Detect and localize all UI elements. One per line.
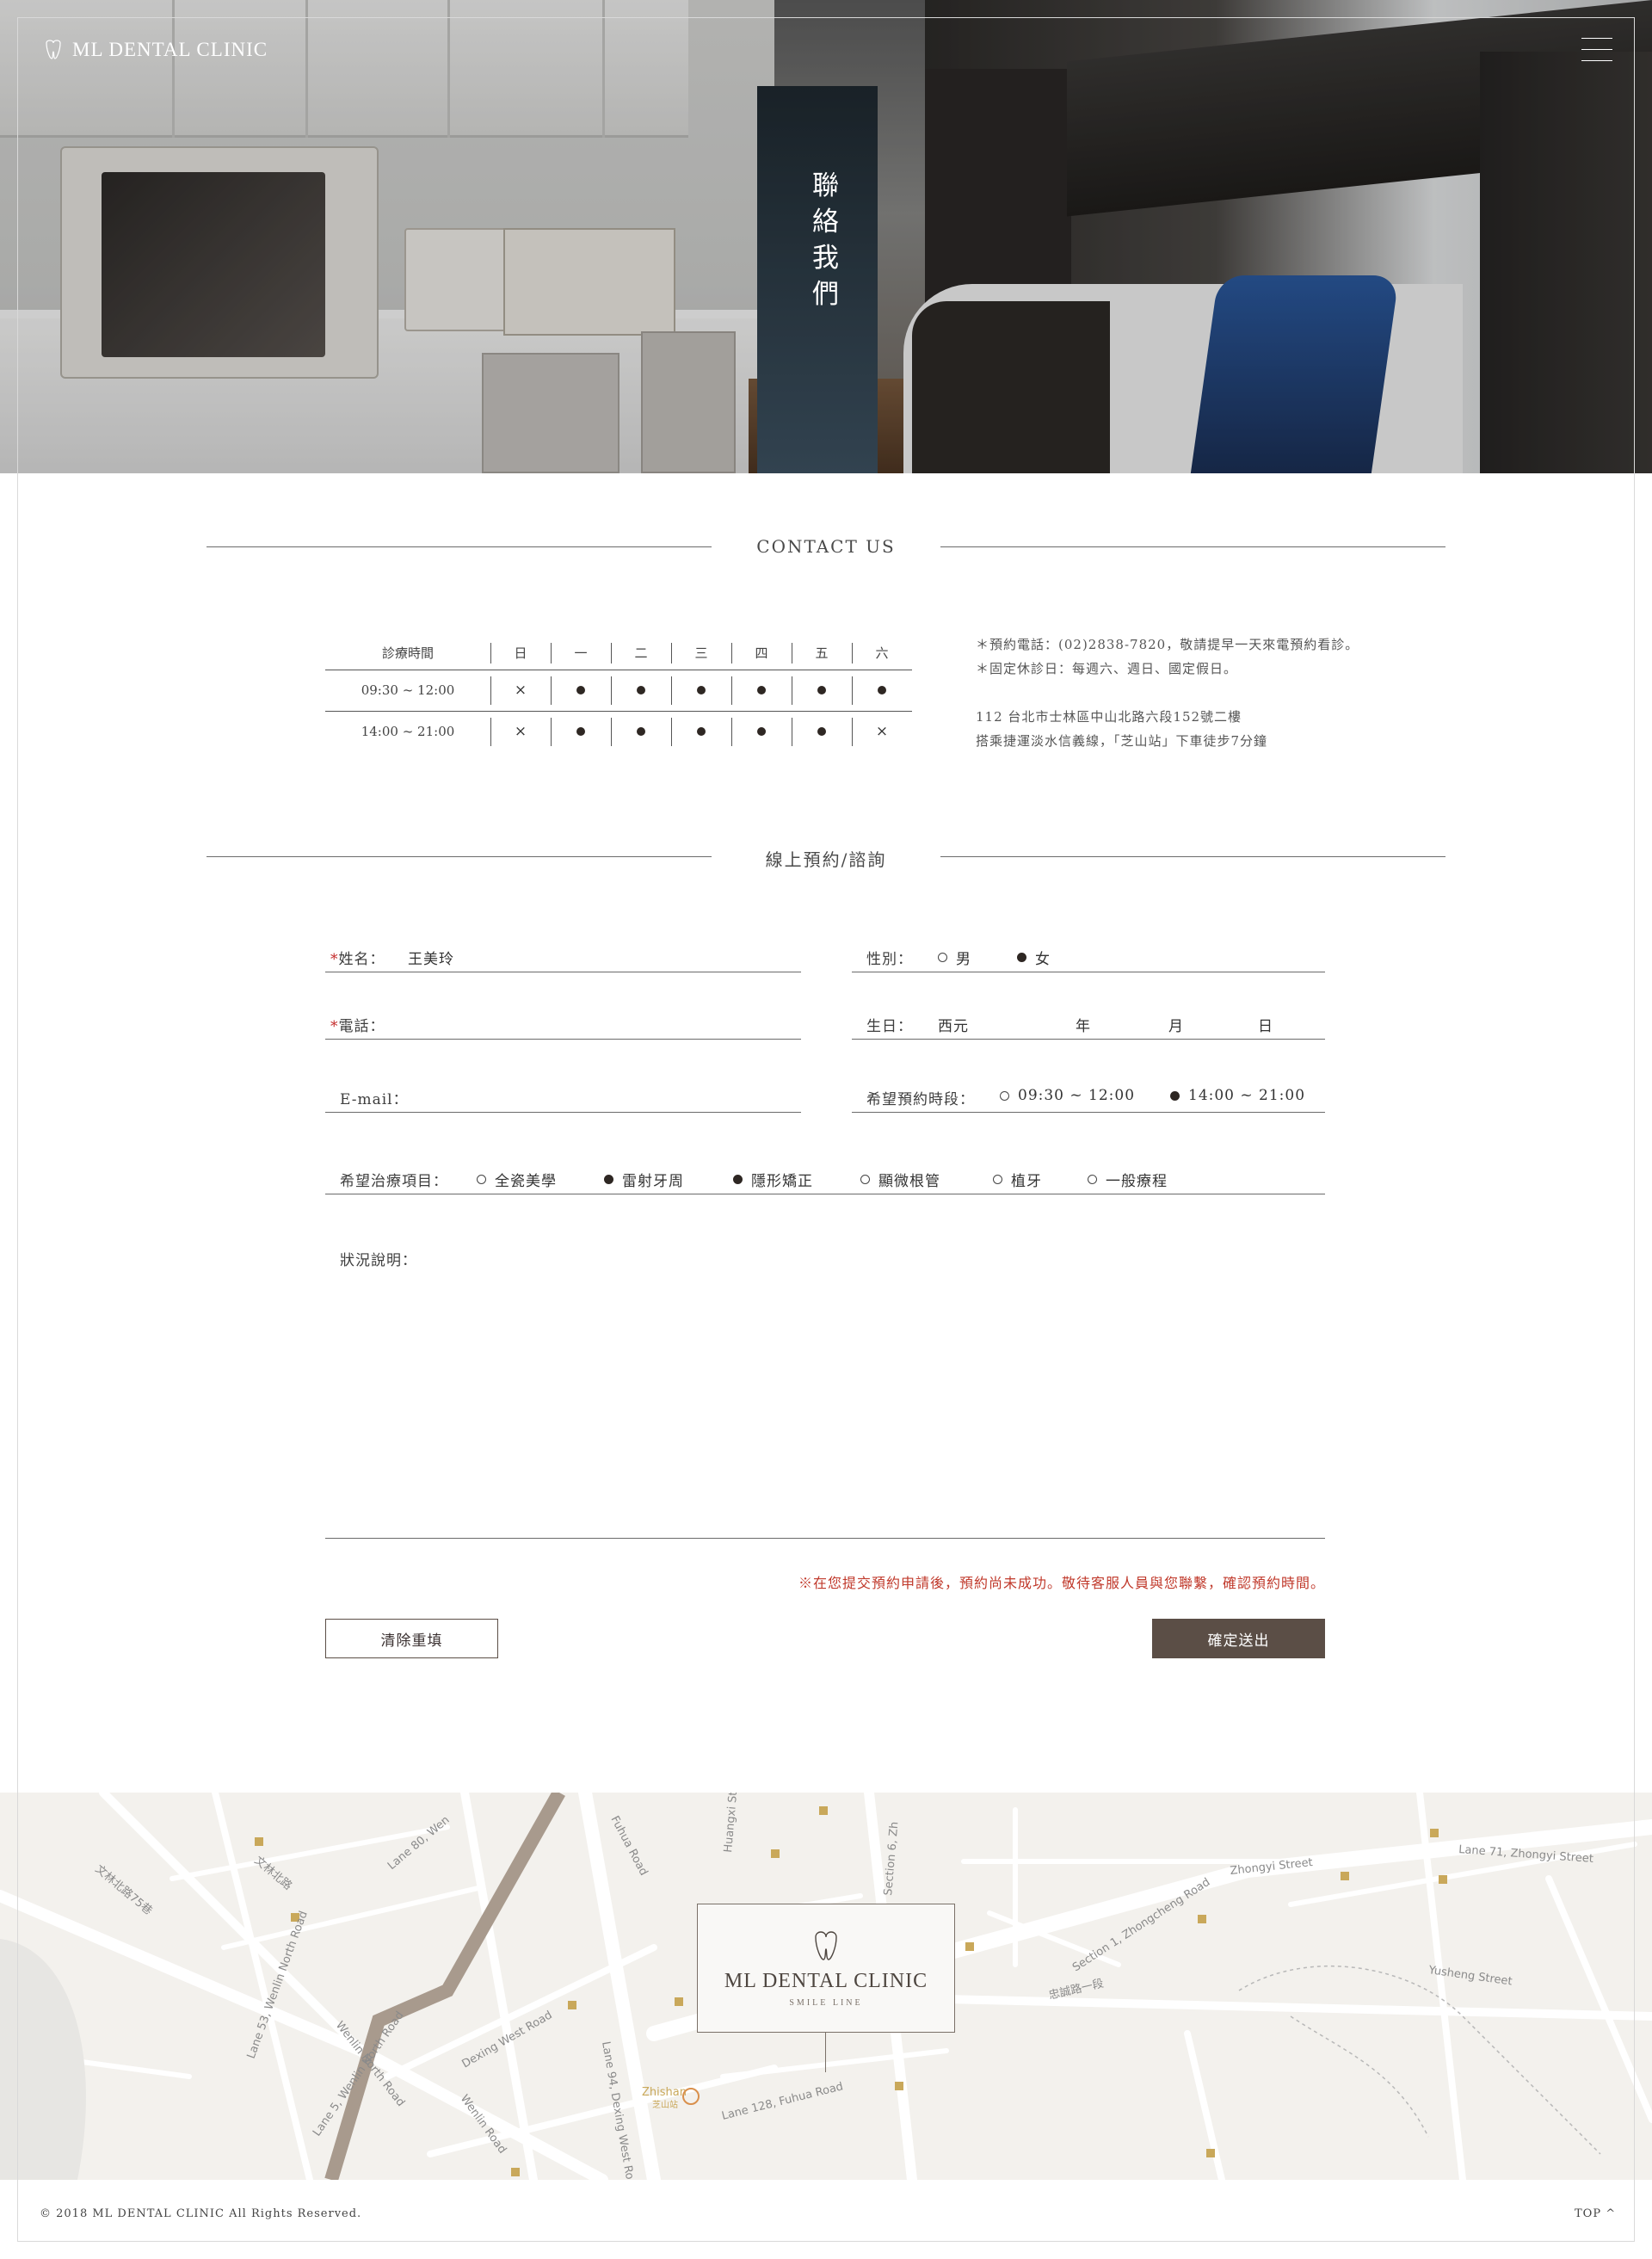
email-field[interactable]: E-mail： — [325, 1078, 801, 1113]
name-field[interactable]: *姓名： 王美玲 — [325, 938, 801, 972]
gender-field: 性別： 男 女 — [852, 938, 1325, 972]
email-label: E-mail： — [340, 1091, 409, 1108]
clear-button[interactable]: 清除重填 — [325, 1619, 498, 1658]
open-dot-icon — [611, 670, 671, 712]
phone-label: 電話： — [338, 1018, 385, 1035]
svg-text:文林北路75巷: 文林北路75巷 — [92, 1862, 155, 1918]
clinic-hours-table: 診療時間 日 一 二 三 四 五 六 09:30 ~ 12:00 × 14:00 ~… — [325, 637, 912, 752]
hours-col-header: 六 — [852, 637, 912, 670]
timeslot-field: 希望預約時段： 09:30 ~ 12:00 14:00 ~ 21:00 — [852, 1078, 1325, 1113]
svg-text:Lane 128, Fuhua Road: Lane 128, Fuhua Road — [720, 2080, 844, 2123]
hours-col-header: 五 — [792, 637, 852, 670]
birthday-field: 生日： 西元 年 月 日 — [852, 1005, 1325, 1040]
footer: © 2018 ML DENTAL CLINIC All Rights Reser… — [0, 2180, 1652, 2259]
svg-text:Huangxi Street: Huangxi Street — [722, 1793, 742, 1853]
open-dot-icon — [792, 711, 852, 752]
birthday-label: 生日： — [866, 1018, 913, 1035]
tooth-logo-icon — [46, 40, 61, 59]
closed-cross-icon: × — [490, 711, 551, 752]
submit-notice: ※在您提交預約申請後，預約尚未成功。敬待客服人員與您聯繫，確認預約時間。 — [798, 1575, 1325, 1591]
treatment-option-ceramic[interactable]: 全瓷美學 — [477, 1169, 557, 1190]
closed-cross-icon: × — [490, 670, 551, 712]
hours-col-header: 日 — [490, 637, 551, 670]
birthday-month[interactable]: 月 — [1168, 1014, 1184, 1035]
open-dot-icon — [551, 711, 611, 752]
info-address: 112 台北市士林區中山北路六段152號二樓 — [976, 709, 1242, 725]
hours-col-header: 三 — [671, 637, 731, 670]
treatment-option-root-canal[interactable]: 顯微根管 — [860, 1169, 940, 1190]
gender-radio-male[interactable]: 男 — [938, 947, 971, 968]
map-card-tagline: SMILE LINE — [789, 1998, 863, 2008]
hamburger-menu-icon[interactable] — [1581, 38, 1612, 65]
name-input-value[interactable]: 王美玲 — [408, 947, 454, 968]
contact-heading: CONTACT US — [206, 534, 1446, 559]
svg-text:Zhishan: Zhishan — [642, 2086, 687, 2099]
svg-text:Fuhua Road: Fuhua Road — [607, 1814, 650, 1878]
hours-col-header: 二 — [611, 637, 671, 670]
description-textarea[interactable]: 狀況說明： — [325, 1239, 1325, 1539]
timeslot-radio-evening[interactable]: 14:00 ~ 21:00 — [1170, 1087, 1305, 1104]
description-label: 狀況說明： — [340, 1252, 417, 1269]
svg-text:Section 6, Zh: Section 6, Zh — [882, 1821, 901, 1896]
birthday-day[interactable]: 日 — [1258, 1014, 1273, 1035]
copyright-text: © 2018 ML DENTAL CLINIC All Rights Reser… — [40, 2207, 362, 2220]
treatment-field: 希望治療項目： 全瓷美學 雷射牙周 隱形矯正 顯微根管 植牙 一般療程 — [325, 1160, 1325, 1194]
form-heading: 線上預約/諮詢 — [206, 843, 1446, 870]
svg-text:Section 1, Zhongcheng Road: Section 1, Zhongcheng Road — [1070, 1876, 1212, 1975]
svg-text:Lane 80, Wen: Lane 80, Wen — [385, 1814, 453, 1873]
page-title: 聯絡我們 — [812, 170, 841, 310]
info-phone: ＊預約電話：(02)2838-7820，敬請提早一天來電預約看診。 — [976, 637, 1359, 652]
timeslot-radio-morning[interactable]: 09:30 ~ 12:00 — [1000, 1087, 1135, 1104]
logo-text: ML DENTAL CLINIC — [72, 39, 268, 60]
info-closed: ＊固定休診日：每週六、週日、國定假日。 — [976, 661, 1238, 676]
svg-text:芝山站: 芝山站 — [652, 2099, 678, 2110]
info-transit: 搭乘捷運淡水信義線，「芝山站」下車徒步7分鐘 — [976, 733, 1268, 749]
back-to-top-link[interactable]: TOP ^ — [1575, 2207, 1616, 2220]
open-dot-icon — [731, 670, 792, 712]
open-dot-icon — [611, 711, 671, 752]
gender-radio-female[interactable]: 女 — [1017, 947, 1051, 968]
open-dot-icon — [671, 670, 731, 712]
gender-label: 性別： — [866, 951, 913, 968]
hours-row: 14:00 ~ 21:00 × × — [325, 711, 912, 752]
treatment-option-implant[interactable]: 植牙 — [993, 1169, 1042, 1190]
open-dot-icon — [731, 711, 792, 752]
timeslot-label: 希望預約時段： — [866, 1091, 975, 1108]
birthday-year[interactable]: 年 — [1076, 1014, 1091, 1035]
map-pin-line — [825, 2033, 826, 2072]
hours-col-header: 一 — [551, 637, 611, 670]
tooth-logo-icon — [815, 1931, 837, 1960]
map-clinic-card[interactable]: ML DENTAL CLINIC SMILE LINE — [697, 1904, 955, 2033]
submit-button[interactable]: 確定送出 — [1152, 1619, 1325, 1658]
map-card-brand: ML DENTAL CLINIC — [724, 1970, 928, 1992]
name-label: 姓名： — [338, 951, 385, 968]
hours-time-cell: 09:30 ~ 12:00 — [325, 670, 490, 712]
hours-row: 09:30 ~ 12:00 × — [325, 670, 912, 712]
clinic-logo[interactable]: ML DENTAL CLINIC — [41, 38, 268, 62]
treatment-label: 希望治療項目： — [340, 1173, 448, 1190]
treatment-option-general[interactable]: 一般療程 — [1088, 1169, 1168, 1190]
hours-time-cell: 14:00 ~ 21:00 — [361, 724, 455, 740]
treatment-option-laser[interactable]: 雷射牙周 — [604, 1169, 684, 1190]
treatment-option-invisalign[interactable]: 隱形矯正 — [733, 1169, 813, 1190]
open-dot-icon — [671, 711, 731, 752]
hours-col-header: 診療時間 — [325, 637, 490, 670]
birthday-era: 西元 — [938, 1018, 969, 1035]
clinic-info: ＊預約電話：(02)2838-7820，敬請提早一天來電預約看診。 ＊固定休診日… — [976, 633, 1359, 753]
phone-field[interactable]: *電話： — [325, 1005, 801, 1040]
hours-col-header: 四 — [731, 637, 792, 670]
closed-cross-icon: × — [852, 711, 912, 752]
open-dot-icon — [551, 670, 611, 712]
open-dot-icon — [792, 670, 852, 712]
open-dot-icon — [852, 670, 912, 712]
